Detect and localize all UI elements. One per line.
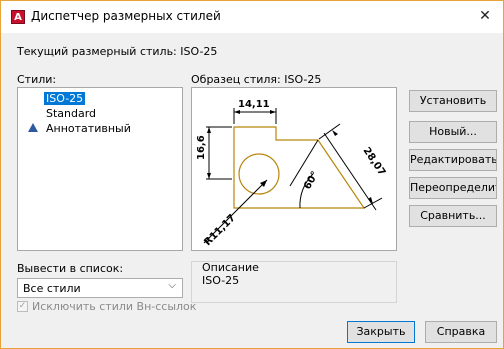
dim-top-text: 14,11 [238, 99, 270, 110]
override-button[interactable]: Переопределить... [409, 177, 497, 199]
dim-diag-text: 28,07 [361, 146, 388, 178]
dimension-style-manager-dialog: A Диспетчер размерных стилей ✕ Текущий р… [0, 0, 504, 349]
compare-button[interactable]: Сравнить... [409, 205, 497, 227]
description-value: ISO-25 [202, 274, 240, 287]
preview-label: Образец стиля: ISO-25 [191, 73, 322, 86]
style-item-standard[interactable]: Standard [44, 107, 98, 120]
list-filter-value: Все стили [23, 282, 81, 295]
new-button[interactable]: Новый... [409, 121, 497, 143]
part-outline [233, 126, 366, 209]
exclude-xref-checkbox[interactable]: ✓ [17, 301, 28, 312]
window-title: Диспетчер размерных стилей [31, 9, 221, 23]
autocad-app-icon: A [11, 10, 25, 24]
style-preview: 14,11 16,6 28,07 60° R11,17 [191, 87, 397, 251]
close-button[interactable]: Закрыть [347, 321, 415, 343]
description-label: Описание [202, 261, 259, 274]
description-box: Описание ISO-25 [191, 261, 397, 303]
modify-button[interactable]: Редактировать... [409, 149, 497, 171]
close-icon[interactable]: ✕ [473, 5, 497, 27]
style-item-iso25[interactable]: ISO-25 [44, 92, 86, 105]
styles-label: Стили: [17, 73, 57, 86]
styles-listbox[interactable]: ISO-25 Standard Аннотативный [17, 87, 183, 251]
dim-angle-text: 60° [302, 170, 321, 192]
help-button[interactable]: Справка [425, 321, 497, 343]
style-item-annotative[interactable]: Аннотативный [44, 122, 133, 135]
set-current-button[interactable]: Установить [409, 90, 497, 112]
preview-drawing: 14,11 16,6 28,07 60° R11,17 [196, 99, 388, 249]
chevron-down-icon: ⌵ [168, 280, 176, 291]
title-bar: A Диспетчер размерных стилей ✕ [1, 1, 503, 33]
dim-left-text: 16,6 [196, 135, 207, 160]
annotative-icon [28, 123, 38, 132]
current-style-label: Текущий размерный стиль: ISO-25 [17, 45, 218, 58]
exclude-xref-label: Исключить стили Вн-ссылок [32, 300, 197, 313]
list-filter-dropdown[interactable]: Все стили ⌵ [17, 278, 183, 298]
list-filter-label: Вывести в список: [17, 262, 124, 275]
dim-radius-text: R11,17 [202, 213, 238, 249]
